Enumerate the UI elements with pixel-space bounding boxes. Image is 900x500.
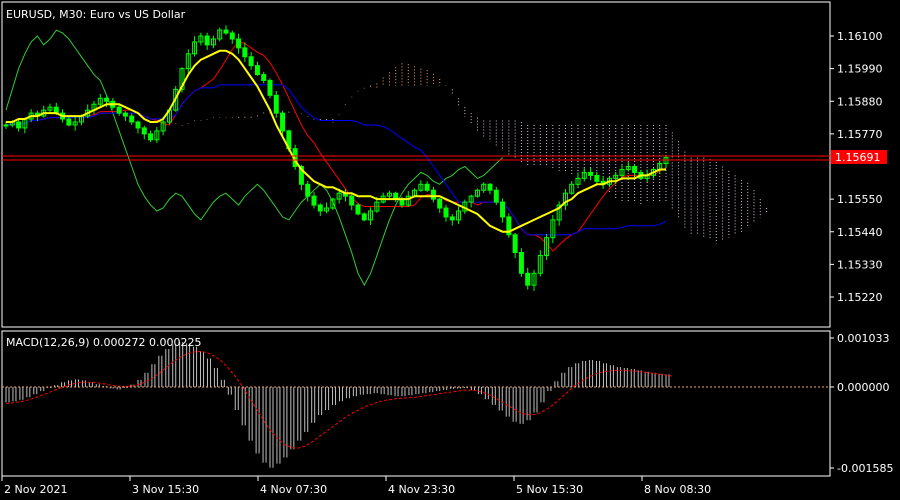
chart-title: EURUSD, M30: Euro vs US Dollar (6, 8, 186, 21)
price-axis-label: 1.15220 (837, 291, 883, 304)
price-axis-label: 1.16100 (837, 30, 883, 43)
candle-body (223, 29, 229, 34)
time-axis-label: 5 Nov 15:30 (516, 483, 583, 496)
price-axis-label: 1.15990 (837, 63, 883, 76)
candle-body (449, 216, 455, 221)
candle-body (273, 94, 279, 114)
candle-body (3, 124, 9, 127)
chart-window[interactable]: EURUSD, M30: Euro vs US Dollar MACD(12,2… (0, 0, 900, 500)
candle-body (135, 121, 141, 129)
candle-body (236, 38, 242, 49)
price-axis-label: 1.15770 (837, 128, 883, 141)
candle-body (512, 234, 518, 254)
macd-title: MACD(12,26,9) 0.000272 0.000225 (6, 336, 202, 349)
candle-body (248, 56, 254, 67)
candle-body (280, 112, 286, 132)
macd-axis-label: 0.000000 (837, 381, 890, 394)
time-axis-label: 4 Nov 23:30 (388, 483, 455, 496)
time-axis-label: 8 Nov 08:30 (644, 483, 711, 496)
price-axis-label: 1.15440 (837, 226, 883, 239)
candle-body (204, 35, 210, 46)
candle-body (355, 204, 361, 215)
candle-body (254, 65, 260, 76)
candle-body (437, 198, 443, 209)
price-axis-label: 1.15330 (837, 258, 883, 271)
time-axis-label: 4 Nov 07:30 (260, 483, 327, 496)
candle-body (349, 195, 355, 206)
candle-body (16, 121, 22, 129)
macd-axis-label: 0.001033 (837, 332, 890, 345)
candle-body (104, 97, 110, 102)
candle-body (588, 171, 594, 176)
candle-body (267, 79, 273, 96)
candle-body (525, 272, 531, 286)
candle-body (632, 166, 638, 173)
candle-body (141, 127, 147, 135)
candle-body (116, 106, 122, 114)
candle-body (261, 74, 267, 81)
candle-body (518, 252, 524, 274)
time-axis-label: 3 Nov 15:30 (132, 483, 199, 496)
candle-body (493, 189, 499, 203)
chart-background (0, 0, 900, 500)
candle-body (443, 207, 449, 218)
candle-body (317, 204, 323, 212)
candle-body (361, 213, 367, 221)
candle-body (242, 47, 248, 58)
candle-body (66, 118, 72, 126)
price-axis-label: 1.15880 (837, 95, 883, 108)
candle-body (311, 195, 317, 206)
current-price-label: 1.15691 (835, 151, 881, 164)
price-axis-label: 1.15550 (837, 193, 883, 206)
candle-body (229, 32, 235, 40)
candle-body (487, 183, 493, 191)
candle-body (148, 133, 154, 141)
candle-body (305, 183, 311, 197)
macd-axis-label: -0.001585 (837, 462, 893, 475)
candle-body (122, 112, 128, 117)
candle-body (430, 189, 436, 200)
candle-body (129, 115, 135, 123)
candle-body (424, 183, 430, 191)
candle-body (500, 201, 506, 218)
time-axis-label: 2 Nov 2021 (4, 483, 67, 496)
candle-body (594, 174, 600, 182)
